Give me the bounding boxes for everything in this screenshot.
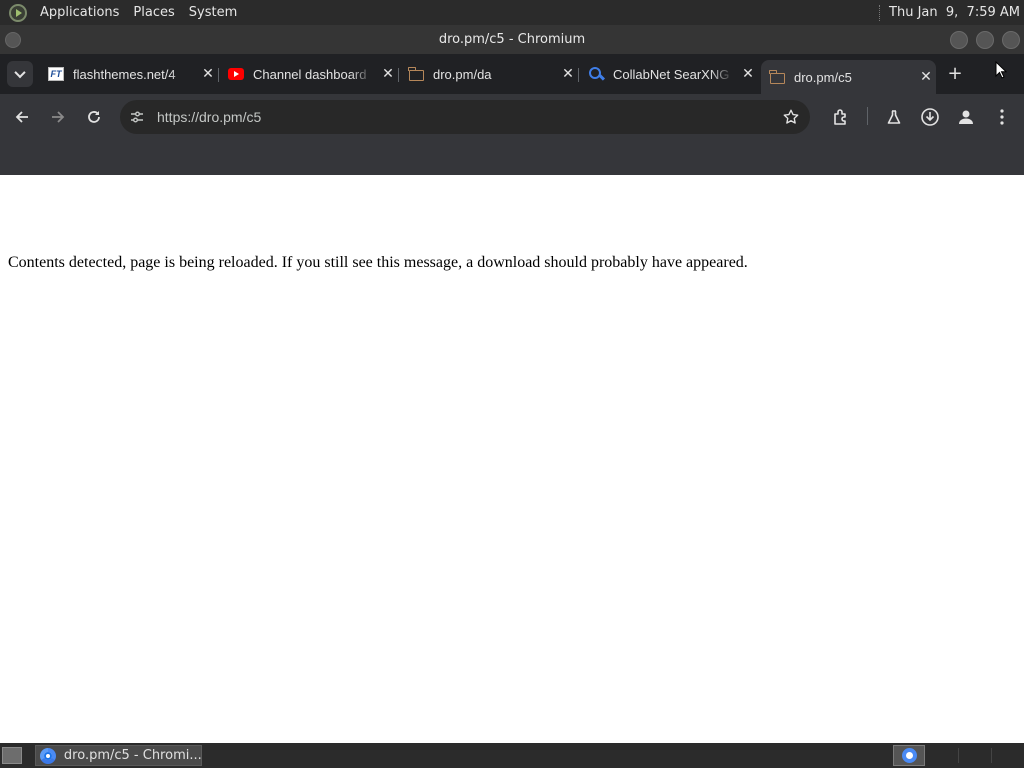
downloads-icon[interactable] xyxy=(918,105,942,129)
taskbar-window-label: dro.pm/c5 - Chromi... xyxy=(63,748,201,763)
close-tab-icon[interactable]: ✕ xyxy=(740,66,756,82)
new-tab-button[interactable]: + xyxy=(945,64,965,84)
distro-logo-icon[interactable] xyxy=(9,3,27,22)
search-favicon-icon xyxy=(588,66,604,82)
profile-icon[interactable] xyxy=(954,105,978,129)
maximize-button[interactable] xyxy=(976,31,994,49)
tab-label: flashthemes.net/4 xyxy=(73,66,176,82)
tab-label: dro.pm/da xyxy=(433,66,492,82)
close-tab-icon[interactable]: ✕ xyxy=(560,66,576,82)
panel-separator xyxy=(879,4,881,21)
clock[interactable]: Thu Jan 9, 7:59 AM xyxy=(889,0,1020,25)
system-menu[interactable]: System xyxy=(182,5,244,20)
tab-collabnet-searxng[interactable]: CollabNet SearXNG ✕ xyxy=(580,54,756,94)
folder-favicon-icon xyxy=(769,69,785,85)
close-tab-icon[interactable]: ✕ xyxy=(918,69,934,85)
close-tab-icon[interactable]: ✕ xyxy=(380,66,396,82)
close-tab-icon[interactable]: ✕ xyxy=(200,66,216,82)
chromium-icon xyxy=(40,747,56,764)
window-titlebar[interactable]: dro.pm/c5 - Chromium xyxy=(0,25,1024,54)
tab-label: Channel dashboard xyxy=(253,66,367,82)
top-panel: Applications Places System Thu Jan 9, 7:… xyxy=(0,0,1024,25)
extensions-icon[interactable] xyxy=(829,105,853,129)
tab-label: CollabNet SearXNG xyxy=(613,66,730,82)
url-text[interactable]: https://dro.pm/c5 xyxy=(157,100,261,134)
tab-divider xyxy=(578,68,579,82)
taskbar-window-button[interactable]: dro.pm/c5 - Chromi... xyxy=(35,745,202,766)
minimize-button[interactable] xyxy=(950,31,968,49)
forward-icon[interactable] xyxy=(46,105,70,129)
tab-flashthemes[interactable]: FT flashthemes.net/4 ✕ xyxy=(40,54,216,94)
page-content: Contents detected, page is being reloade… xyxy=(0,175,1024,743)
toolbar-separator xyxy=(867,107,868,125)
tab-divider xyxy=(398,68,399,82)
workspace-divider xyxy=(958,748,959,763)
menu-kebab-icon[interactable] xyxy=(990,105,1014,129)
places-menu[interactable]: Places xyxy=(126,5,181,20)
folder-favicon-icon xyxy=(408,66,424,82)
close-window-button[interactable] xyxy=(1002,31,1020,49)
tab-divider xyxy=(218,68,219,82)
mouse-cursor-icon xyxy=(995,61,1007,79)
workspace-divider xyxy=(991,748,992,763)
panel-clock-area: Thu Jan 9, 7:59 AM xyxy=(879,0,1020,25)
flashthemes-favicon-icon: FT xyxy=(48,66,64,82)
tab-channel-dashboard[interactable]: Channel dashboard ✕ xyxy=(220,54,396,94)
back-icon[interactable] xyxy=(10,105,34,129)
tab-strip: FT flashthemes.net/4 ✕ Channel dashboard… xyxy=(0,54,1024,94)
labs-flask-icon[interactable] xyxy=(882,105,906,129)
tab-label: dro.pm/c5 xyxy=(794,69,852,85)
workspace-switcher[interactable] xyxy=(893,745,925,766)
window-title: dro.pm/c5 - Chromium xyxy=(438,32,586,47)
tab-dro-pm-c5[interactable]: dro.pm/c5 ✕ xyxy=(761,60,936,94)
browser-toolbar: https://dro.pm/c5 xyxy=(0,94,1024,140)
applications-menu[interactable]: Applications xyxy=(33,5,126,20)
chromium-icon xyxy=(901,748,917,763)
bookmarks-bar xyxy=(0,140,1024,175)
tab-dro-pm-da[interactable]: dro.pm/da ✕ xyxy=(400,54,576,94)
bottom-taskbar: dro.pm/c5 - Chromi... xyxy=(0,743,1024,768)
address-bar[interactable]: https://dro.pm/c5 xyxy=(120,100,810,134)
site-settings-icon[interactable] xyxy=(129,109,145,125)
youtube-favicon-icon xyxy=(228,66,244,82)
show-desktop-icon[interactable] xyxy=(2,747,22,764)
tab-search-button[interactable] xyxy=(7,61,33,87)
reload-icon[interactable] xyxy=(82,105,106,129)
bookmark-star-icon[interactable] xyxy=(782,108,800,126)
reload-message: Contents detected, page is being reloade… xyxy=(8,254,748,271)
